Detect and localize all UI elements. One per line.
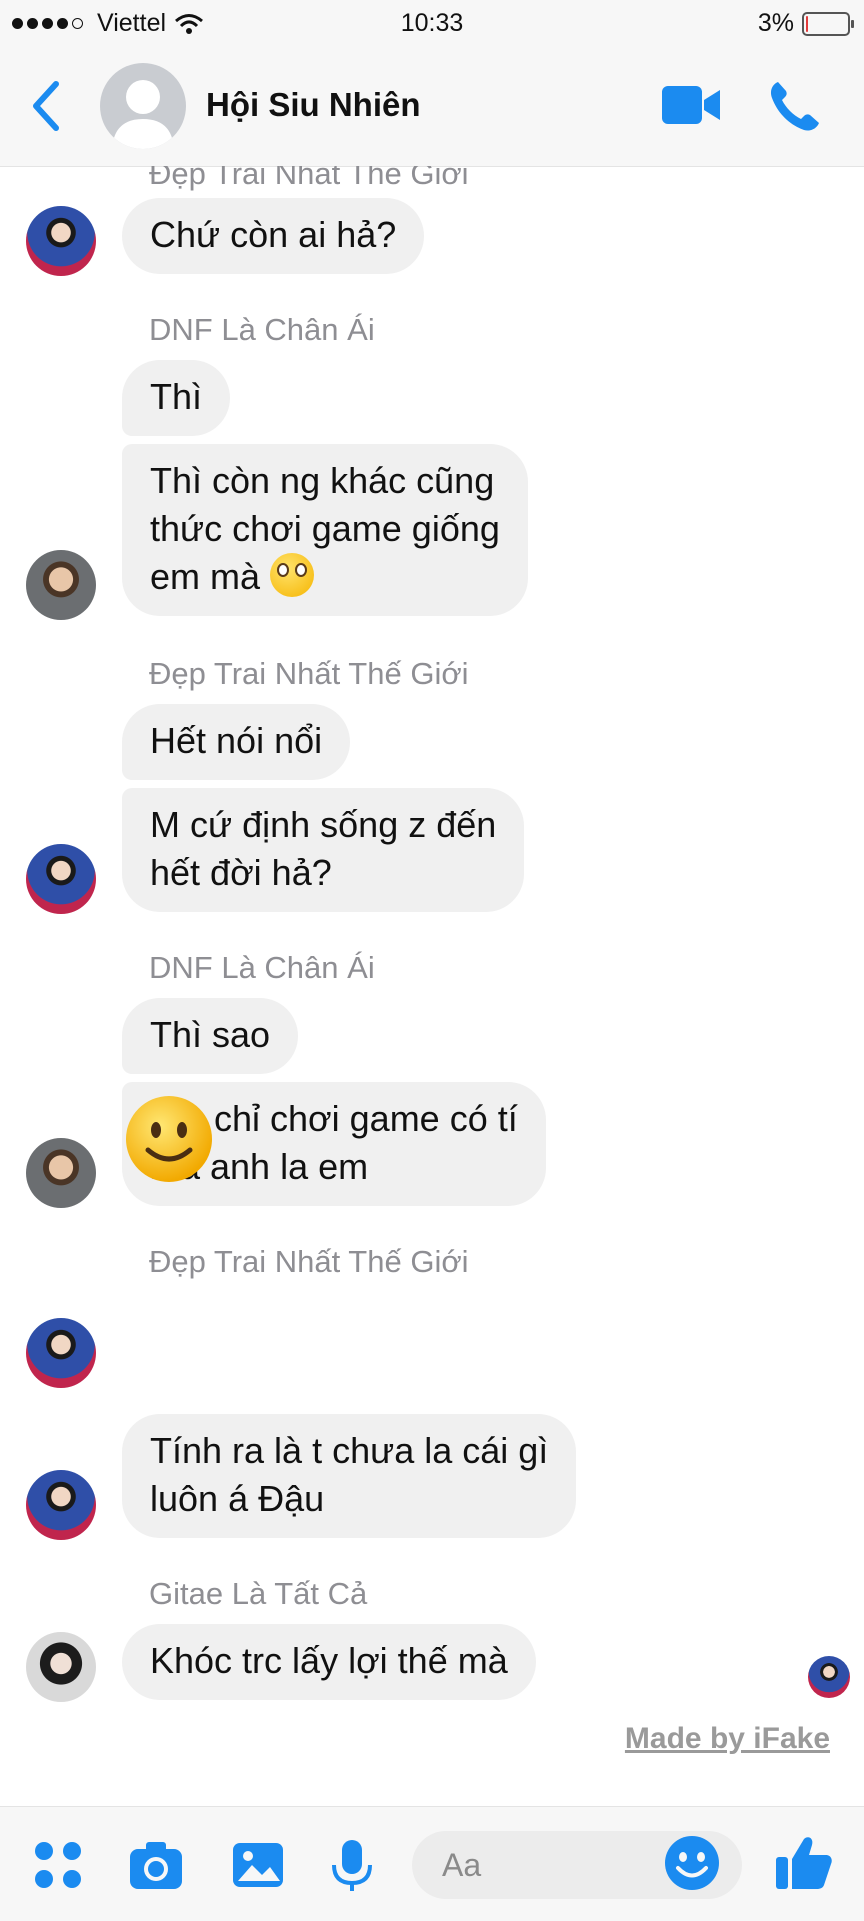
sender-avatar[interactable] (26, 206, 96, 276)
sender-avatar[interactable] (26, 1138, 96, 1208)
message-bubble[interactable]: M cứ định sống z đến hết đời hả? (122, 788, 525, 912)
message-bubble[interactable]: Thì (122, 360, 231, 436)
sender-name: Đẹp Trai Nhất Thế Giới (149, 166, 469, 191)
sender-name: Đẹp Trai Nhất Thế Giới (149, 656, 469, 691)
microphone-icon[interactable] (324, 1837, 380, 1893)
battery-info: 3% (757, 9, 854, 38)
message-bubble[interactable]: Thì còn ng khác cũng thức chơi game giốn… (122, 444, 528, 616)
slightly-smiling-face-emoji-icon[interactable] (124, 1094, 214, 1184)
sender-avatar[interactable] (26, 550, 96, 620)
thumbs-up-icon[interactable] (774, 1833, 834, 1893)
message-bubble[interactable]: Khóc trc lấy lợi thế mà (122, 1624, 536, 1700)
watermark[interactable]: Made by iFake (625, 1722, 830, 1756)
clock: 10:33 (400, 9, 464, 37)
sender-avatar[interactable] (26, 844, 96, 914)
person-icon (112, 80, 174, 149)
sender-name: Đẹp Trai Nhất Thế Giới (149, 1244, 469, 1279)
sender-name: Gitae Là Tất Cả (149, 1576, 368, 1611)
sender-name: DNF Là Chân Ái (149, 312, 375, 347)
sender-avatar[interactable] (26, 1632, 96, 1702)
emoji-icon[interactable] (664, 1835, 720, 1891)
back-icon[interactable] (26, 76, 66, 136)
group-avatar[interactable] (100, 63, 186, 149)
flushed-face-emoji-icon (270, 553, 315, 597)
sender-name: DNF Là Chân Ái (149, 950, 375, 985)
photo-icon[interactable] (230, 1837, 286, 1893)
message-text: Thì còn ng khác cũng thức chơi game giốn… (150, 460, 500, 597)
message-bubble[interactable]: Chứ còn ai hả? (122, 198, 425, 274)
message-bubble[interactable]: Hết nói nổi (122, 704, 351, 780)
message-list[interactable]: Đẹp Trai Nhất Thế Giới Chứ còn ai hả? DN… (0, 166, 864, 1806)
conversation-header: Hội Siu Nhiên (0, 46, 864, 167)
message-input-placeholder: Aa (442, 1847, 482, 1883)
apps-icon[interactable] (30, 1837, 86, 1893)
sender-avatar[interactable] (26, 1318, 96, 1388)
status-bar: Viettel 10:33 3% (0, 0, 864, 46)
sender-avatar[interactable] (26, 1470, 96, 1540)
phone-icon[interactable] (764, 76, 824, 136)
battery-icon (802, 11, 854, 36)
message-composer: Aa (0, 1806, 864, 1921)
message-bubble[interactable]: Tính ra là t chưa la cái gì luôn á Đậu (122, 1414, 577, 1538)
message-bubble[interactable]: Thì sao (122, 998, 299, 1074)
camera-icon[interactable] (128, 1837, 184, 1893)
video-camera-icon[interactable] (660, 80, 722, 130)
conversation-title[interactable]: Hội Siu Nhiên (206, 86, 421, 124)
read-receipt-avatar (808, 1656, 850, 1698)
battery-percent: 3% (757, 9, 794, 37)
